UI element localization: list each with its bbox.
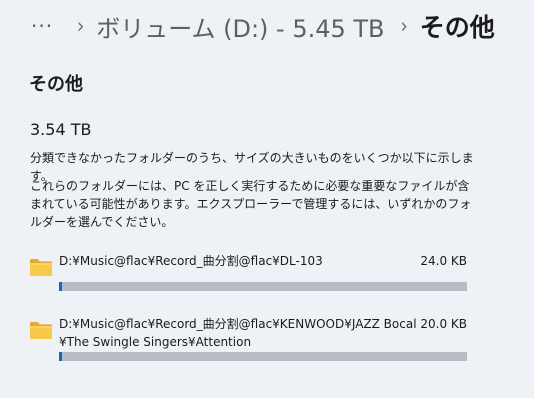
usage-bar — [59, 282, 467, 291]
description-warning: これらのフォルダーには、PC を正しく実行するために必要な重要なファイルが含まれ… — [30, 179, 472, 229]
breadcrumb-current-page: その他 — [419, 13, 495, 42]
chevron-right-icon: › — [400, 13, 408, 39]
folder-icon — [30, 259, 52, 276]
folder-size: 20.0 KB — [420, 317, 467, 331]
folder-path: D:¥Music@flac¥Record_曲分割@flac¥DL-103 — [59, 254, 323, 268]
usage-bar-fill — [59, 352, 62, 361]
total-size: 3.54 TB — [30, 120, 92, 139]
folder-path: D:¥Music@flac¥Record_曲分割@flac¥KENWOOD¥JA… — [59, 317, 417, 349]
breadcrumb-volume-link[interactable]: ボリューム (D:) - 5.45 TB — [96, 9, 384, 44]
section-title: その他 — [29, 74, 83, 95]
folder-size: 24.0 KB — [420, 254, 467, 268]
chevron-right-icon: › — [77, 13, 85, 39]
folder-icon — [30, 322, 52, 339]
usage-bar-fill — [59, 282, 62, 291]
usage-bar — [59, 352, 467, 361]
breadcrumb: ··· › ボリューム (D:) - 5.45 TB › その他 — [31, 8, 495, 44]
breadcrumb-more-button[interactable]: ··· — [31, 14, 61, 38]
